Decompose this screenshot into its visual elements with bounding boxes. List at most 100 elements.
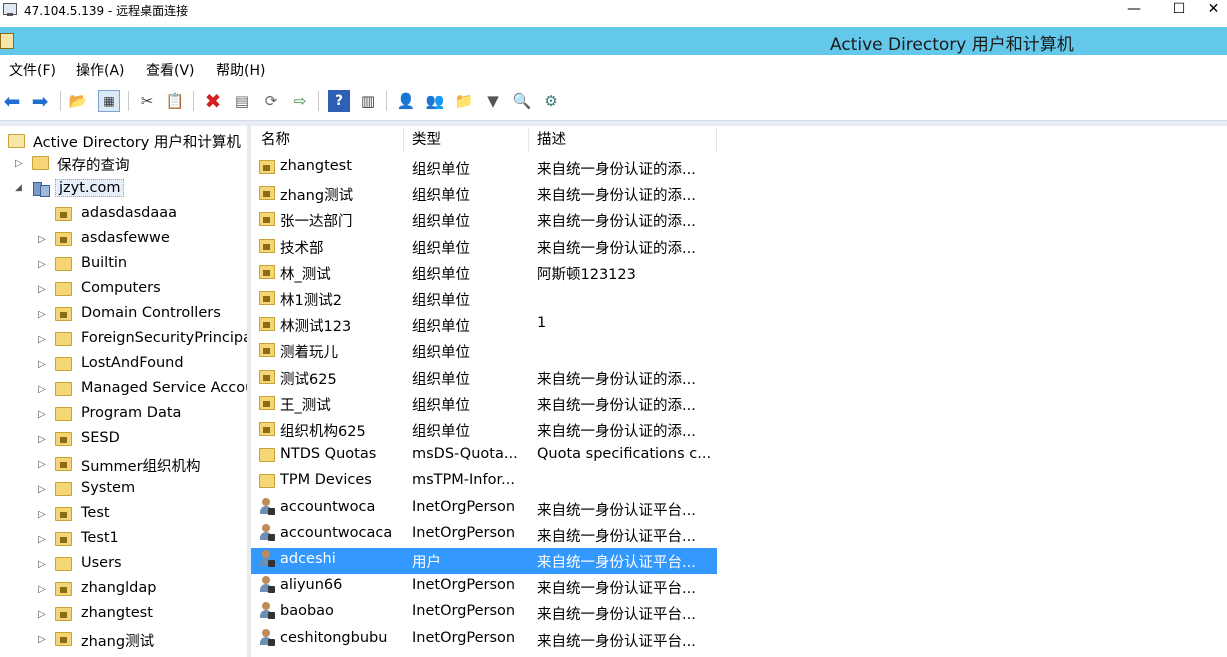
tree-item[interactable]: ▷ LostAndFound [0,355,247,379]
delete-icon[interactable]: ✖ [202,89,224,113]
refresh-icon[interactable]: ⟳ [260,90,282,112]
properties-icon[interactable]: ▤ [231,90,253,112]
new-group-icon[interactable]: 👥 [424,90,446,112]
up-folder-icon[interactable]: 📂 [67,90,89,112]
expand-arrow-icon[interactable]: ▷ [38,384,46,395]
expand-arrow-icon[interactable]: ▷ [38,259,46,270]
show-hide-tree-icon[interactable]: ▦ [98,90,120,112]
maximize-button[interactable]: ☐ [1156,0,1202,20]
list-item[interactable]: 王_测试 组织单位 来自统一身份认证的添... [251,391,717,417]
expand-arrow-icon[interactable]: ▷ [38,459,46,470]
tree-item[interactable]: ▷ Managed Service Accounts [0,380,247,404]
export-icon[interactable]: ⇨ [289,90,311,112]
tree-item-domain[interactable]: ◢ jzyt.com [0,179,247,203]
expand-arrow-icon[interactable]: ▷ [38,359,46,370]
tree-item[interactable]: ▷ Test [0,505,247,529]
tree-item[interactable]: adasdasdaaa [0,205,247,229]
ou-icon [259,212,275,227]
close-button[interactable]: ✕ [1200,0,1227,20]
ou-icon [259,369,275,384]
tree-root[interactable]: Active Directory 用户和计算机 [0,129,247,153]
list-item[interactable]: 林1测试2 组织单位 [251,286,717,312]
help-icon[interactable]: ? [328,90,350,112]
tree-item[interactable]: ▷ ForeignSecurityPrincipals [0,330,247,354]
expand-arrow-icon[interactable]: ▷ [38,609,46,620]
expand-arrow-icon[interactable]: ▷ [38,284,46,295]
expand-arrow-icon[interactable]: ▷ [38,334,46,345]
filter-icon[interactable]: ▼ [482,90,504,112]
menu-help[interactable]: 帮助(H) [216,60,265,80]
expand-arrow-icon[interactable]: ▷ [38,559,46,570]
list-item[interactable]: 测着玩儿 组织单位 [251,338,717,364]
expand-arrow-icon[interactable]: ▷ [38,434,46,445]
expand-arrow-icon[interactable]: ▷ [38,509,46,520]
list-item[interactable]: NTDS Quotas msDS-Quota... Quota specificat… [251,443,717,469]
tree-item[interactable]: ▷ zhangtest [0,605,247,629]
new-ou-icon[interactable]: 📁 [453,90,475,112]
tree-item[interactable]: ▷ Computers [0,280,247,304]
row-description: 来自统一身份认证平台... [537,607,696,624]
expand-arrow-icon[interactable]: ▷ [38,584,46,595]
tree-item-saved-queries[interactable]: ▷ 保存的查询 [0,154,247,178]
tree-item[interactable]: ▷ Builtin [0,255,247,279]
list-item[interactable]: 组织机构625 组织单位 来自统一身份认证的添... [251,417,717,443]
tree-item[interactable]: ▷ Test1 [0,530,247,554]
expand-arrow-icon[interactable]: ▷ [38,484,46,495]
tree-pane[interactable]: Active Directory 用户和计算机 ▷ 保存的查询 ◢ jzyt.c… [0,126,251,657]
menu-action[interactable]: 操作(A) [76,60,125,80]
toolbar: ⬅ ➡ 📂 ▦ ✂ 📋 ✖ ▤ ⟳ ⇨ ? ▥ 👤 👥 📁 ▼ 🔍 ⚙ [0,86,1227,116]
back-icon[interactable]: ⬅ [1,89,23,113]
menu-view[interactable]: 查看(V) [146,60,195,80]
list-item[interactable]: ceshitongbubu InetOrgPerson 来自统一身份认证平台... [251,627,717,653]
list-item[interactable]: adceshi 用户 来自统一身份认证平台... [251,548,717,574]
ou-icon [55,207,72,221]
tree-item[interactable]: ▷ SESD [0,430,247,454]
list-item[interactable]: zhangtest 组织单位 来自统一身份认证的添... [251,155,717,181]
list-item[interactable]: TPM Devices msTPM-Infor... [251,469,717,495]
list-item[interactable]: accountwoca InetOrgPerson 来自统一身份认证平台... [251,496,717,522]
console-icon[interactable]: ▥ [357,90,379,112]
list-pane[interactable]: 名称 类型 描述 zhangtest 组织单位 来自统一身份认证的添... zhang… [251,126,1227,657]
ou-icon [55,632,72,646]
row-type: InetOrgPerson [412,603,516,620]
tree-item[interactable]: ▷ Summer组织机构 [0,455,247,479]
column-header-description[interactable]: 描述 [529,128,717,152]
tree-item-label: Computers [81,280,161,296]
minimize-button[interactable]: — [1111,0,1157,20]
folder-icon [32,156,49,170]
delegate-icon[interactable]: ⚙ [540,90,562,112]
expand-arrow-icon[interactable]: ▷ [38,534,46,545]
list-item[interactable]: 测试625 组织单位 来自统一身份认证的添... [251,365,717,391]
copy-icon[interactable]: 📋 [164,90,186,112]
list-item[interactable]: 技术部 组织单位 来自统一身份认证的添... [251,234,717,260]
expand-arrow-icon[interactable]: ▷ [15,158,23,169]
list-item[interactable]: 林_测试 组织单位 阿斯顿123123 [251,260,717,286]
list-item[interactable]: zhang测试 组织单位 来自统一身份认证的添... [251,181,717,207]
tree-item[interactable]: ▷ Users [0,555,247,579]
list-item[interactable]: baobao InetOrgPerson 来自统一身份认证平台... [251,600,717,626]
find-icon[interactable]: 🔍 [511,90,533,112]
tree-item-label: LostAndFound [81,355,184,371]
cut-icon[interactable]: ✂ [136,90,158,112]
list-item[interactable]: 张一达部门 组织单位 来自统一身份认证的添... [251,207,717,233]
expand-arrow-icon[interactable]: ▷ [38,234,46,245]
tree-item[interactable]: ▷ Domain Controllers [0,305,247,329]
tree-item[interactable]: ▷ Program Data [0,405,247,429]
tree-item[interactable]: ▷ System [0,480,247,504]
list-item[interactable]: aliyun66 InetOrgPerson 来自统一身份认证平台... [251,574,717,600]
tree-item-label: adasdasdaaa [81,205,178,221]
expand-arrow-icon[interactable]: ▷ [38,309,46,320]
expand-arrow-icon[interactable]: ▷ [38,409,46,420]
tree-item[interactable]: ▷ zhang测试 [0,630,247,654]
list-item[interactable]: 林测试123 组织单位 1 [251,312,717,338]
tree-item[interactable]: ▷ zhangldap [0,580,247,604]
tree-item[interactable]: ▷ asdasfewwe [0,230,247,254]
new-user-icon[interactable]: 👤 [395,90,417,112]
collapse-arrow-icon[interactable]: ◢ [15,183,22,193]
forward-icon[interactable]: ➡ [29,89,51,113]
menu-file[interactable]: 文件(F) [9,60,56,80]
expand-arrow-icon[interactable]: ▷ [38,634,46,645]
list-item[interactable]: accountwocaca InetOrgPerson 来自统一身份认证平台... [251,522,717,548]
column-header-name[interactable]: 名称 [253,128,404,152]
column-header-type[interactable]: 类型 [404,128,529,152]
